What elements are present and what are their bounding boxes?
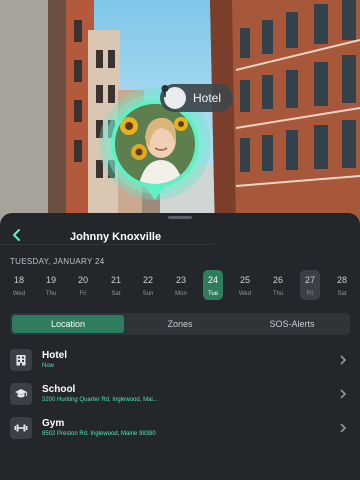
day-item[interactable]: 21 Sat <box>106 270 126 300</box>
day-weekday: Sun <box>142 291 154 297</box>
day-number: 20 <box>77 275 88 285</box>
day-weekday: Sat <box>111 291 121 297</box>
list-item-subtitle: 3200 Hunting Quarter Rd, Inglewood, Mai.… <box>42 397 158 403</box>
day-weekday: Sat <box>337 291 347 297</box>
day-weekday: Wed <box>12 291 26 297</box>
day-weekday: Wed <box>238 291 252 297</box>
list-item-title: Gym <box>42 418 65 429</box>
map-background[interactable]: Hotel <box>0 0 360 230</box>
chevron-right-icon <box>340 423 347 433</box>
list-item-title: School <box>42 384 76 395</box>
avatar <box>111 100 199 188</box>
day-number: 22 <box>142 275 153 285</box>
segmented-control: Location Zones SOS-Alerts <box>10 313 350 335</box>
tab-location[interactable]: Location <box>12 315 124 333</box>
list-item-subtitle: 8502 Preston Rd. Inglewood, Maine 98380 <box>42 431 156 437</box>
tab-sos-alerts[interactable]: SOS-Alerts <box>236 315 348 333</box>
day-weekday: Fri <box>306 291 314 297</box>
day-number: 18 <box>13 275 24 285</box>
back-button[interactable] <box>6 224 28 246</box>
tab-zones[interactable]: Zones <box>124 315 236 333</box>
chevron-right-icon <box>340 355 347 365</box>
day-item[interactable]: 22 Sun <box>138 270 158 300</box>
date-heading: TUESDAY, JANUARY 24 <box>10 257 105 266</box>
header-divider <box>0 244 215 245</box>
day-item-marked[interactable]: 27 Fri <box>300 270 320 300</box>
day-item[interactable]: 23 Mon <box>171 270 191 300</box>
sheet-grabber[interactable] <box>168 216 192 219</box>
pin-pointer <box>145 186 165 200</box>
day-strip: 18 Wed 19 Thu 20 Fri 21 Sat 22 Sun 23 Mon 24 Tu… <box>0 270 360 306</box>
day-number: 26 <box>272 275 283 285</box>
day-item[interactable]: 20 Fri <box>73 270 93 300</box>
day-number: 21 <box>110 275 121 285</box>
person-name: Johnny Knoxville <box>70 231 162 243</box>
day-weekday: Tue <box>207 291 219 297</box>
day-item-selected[interactable]: 24 Tue <box>203 270 223 300</box>
day-number: 27 <box>304 275 315 285</box>
list-item-hotel[interactable]: Hotel Now <box>0 342 360 376</box>
building-icon <box>10 349 32 371</box>
day-item[interactable]: 28 Sat <box>332 270 352 300</box>
graduation-cap-icon <box>10 383 32 405</box>
day-item[interactable]: 25 Wed <box>235 270 255 300</box>
day-item[interactable]: 18 Wed <box>9 270 29 300</box>
day-item[interactable]: 19 Thu <box>41 270 61 300</box>
list-item-title: Hotel <box>42 350 67 361</box>
list-item-subtitle: Now <box>42 363 55 369</box>
chevron-left-icon <box>13 229 20 241</box>
place-tag[interactable]: Hotel <box>160 84 234 112</box>
day-number: 24 <box>207 275 218 285</box>
list-item-gym[interactable]: Gym 8502 Preston Rd. Inglewood, Maine 98… <box>0 410 360 444</box>
dumbbell-icon <box>10 417 32 439</box>
day-weekday: Fri <box>79 291 87 297</box>
day-number: 28 <box>336 275 347 285</box>
place-tag-label: Hotel <box>193 91 222 105</box>
day-weekday: Mon <box>175 291 187 297</box>
location-pin-icon <box>161 85 186 109</box>
list-item-school[interactable]: School 3200 Hunting Quarter Rd, Inglewoo… <box>0 376 360 410</box>
day-number: 19 <box>45 275 56 285</box>
day-weekday: Thu <box>45 291 57 297</box>
day-weekday: Thu <box>272 291 284 297</box>
day-item[interactable]: 26 Thu <box>268 270 288 300</box>
day-number: 25 <box>239 275 250 285</box>
day-number: 23 <box>175 275 186 285</box>
chevron-right-icon <box>340 389 347 399</box>
sheet-header: Johnny Knoxville <box>0 221 360 255</box>
